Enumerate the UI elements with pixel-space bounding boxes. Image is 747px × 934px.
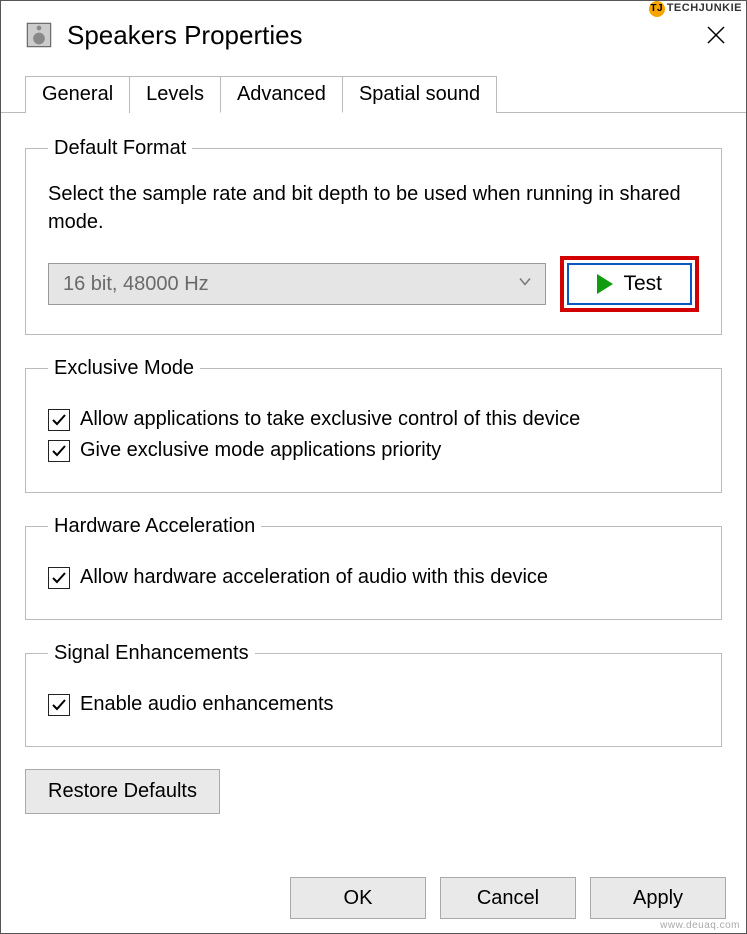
- check-icon: [51, 570, 67, 586]
- legend-exclusive-mode: Exclusive Mode: [48, 357, 200, 380]
- checkbox-hw-accel[interactable]: [48, 567, 70, 589]
- check-icon: [51, 443, 67, 459]
- play-icon: [597, 274, 613, 294]
- tab-levels[interactable]: Levels: [129, 76, 221, 113]
- checkbox-label: Allow hardware acceleration of audio wit…: [80, 566, 548, 589]
- checkbox-label: Allow applications to take exclusive con…: [80, 408, 580, 431]
- default-format-description: Select the sample rate and bit depth to …: [48, 180, 699, 236]
- checkbox-audio-enhancements[interactable]: [48, 694, 70, 716]
- cancel-button[interactable]: Cancel: [440, 877, 576, 919]
- test-button-highlight: Test: [560, 256, 699, 312]
- apply-button[interactable]: Apply: [590, 877, 726, 919]
- group-hardware-acceleration: Hardware Acceleration Allow hardware acc…: [25, 515, 722, 620]
- window-title: Speakers Properties: [67, 20, 303, 51]
- close-icon: [706, 25, 726, 45]
- close-button[interactable]: [702, 21, 730, 49]
- titlebar: Speakers Properties: [1, 1, 746, 63]
- sample-rate-value: 16 bit, 48000 Hz: [63, 273, 209, 296]
- sample-rate-dropdown[interactable]: 16 bit, 48000 Hz: [48, 263, 546, 305]
- legend-default-format: Default Format: [48, 137, 192, 160]
- checkbox-row-audio-enhancements: Enable audio enhancements: [48, 693, 699, 716]
- format-row: 16 bit, 48000 Hz Test: [48, 256, 699, 312]
- tab-advanced[interactable]: Advanced: [220, 76, 343, 113]
- check-icon: [51, 697, 67, 713]
- checkbox-row-exclusive-priority: Give exclusive mode applications priorit…: [48, 439, 699, 462]
- tj-logo-icon: TJ: [649, 1, 665, 17]
- checkbox-exclusive-control[interactable]: [48, 409, 70, 431]
- tab-content-advanced: Default Format Select the sample rate an…: [1, 113, 746, 747]
- ok-button[interactable]: OK: [290, 877, 426, 919]
- restore-defaults-button[interactable]: Restore Defaults: [25, 769, 220, 814]
- watermark-top: TJTECHJUNKIE: [649, 1, 742, 17]
- tab-spatial-sound[interactable]: Spatial sound: [342, 76, 497, 113]
- dialog-button-bar: OK Cancel Apply: [290, 877, 726, 919]
- check-icon: [51, 412, 67, 428]
- legend-signal-enhancements: Signal Enhancements: [48, 642, 255, 665]
- tab-general[interactable]: General: [25, 76, 130, 113]
- tab-strip: General Levels Advanced Spatial sound: [1, 75, 746, 113]
- group-signal-enhancements: Signal Enhancements Enable audio enhance…: [25, 642, 722, 747]
- checkbox-label: Give exclusive mode applications priorit…: [80, 439, 441, 462]
- group-exclusive-mode: Exclusive Mode Allow applications to tak…: [25, 357, 722, 493]
- checkbox-row-exclusive-control: Allow applications to take exclusive con…: [48, 408, 699, 431]
- speaker-icon: [25, 21, 53, 49]
- chevron-down-icon: [517, 273, 533, 296]
- checkbox-exclusive-priority[interactable]: [48, 440, 70, 462]
- test-button[interactable]: Test: [567, 263, 692, 305]
- checkbox-label: Enable audio enhancements: [80, 693, 334, 716]
- watermark-bottom: www.deuaq.com: [660, 920, 740, 931]
- legend-hardware-acceleration: Hardware Acceleration: [48, 515, 261, 538]
- properties-window: TJTECHJUNKIE Speakers Properties General…: [0, 0, 747, 934]
- checkbox-row-hw-accel: Allow hardware acceleration of audio wit…: [48, 566, 699, 589]
- group-default-format: Default Format Select the sample rate an…: [25, 137, 722, 335]
- test-button-label: Test: [623, 272, 662, 296]
